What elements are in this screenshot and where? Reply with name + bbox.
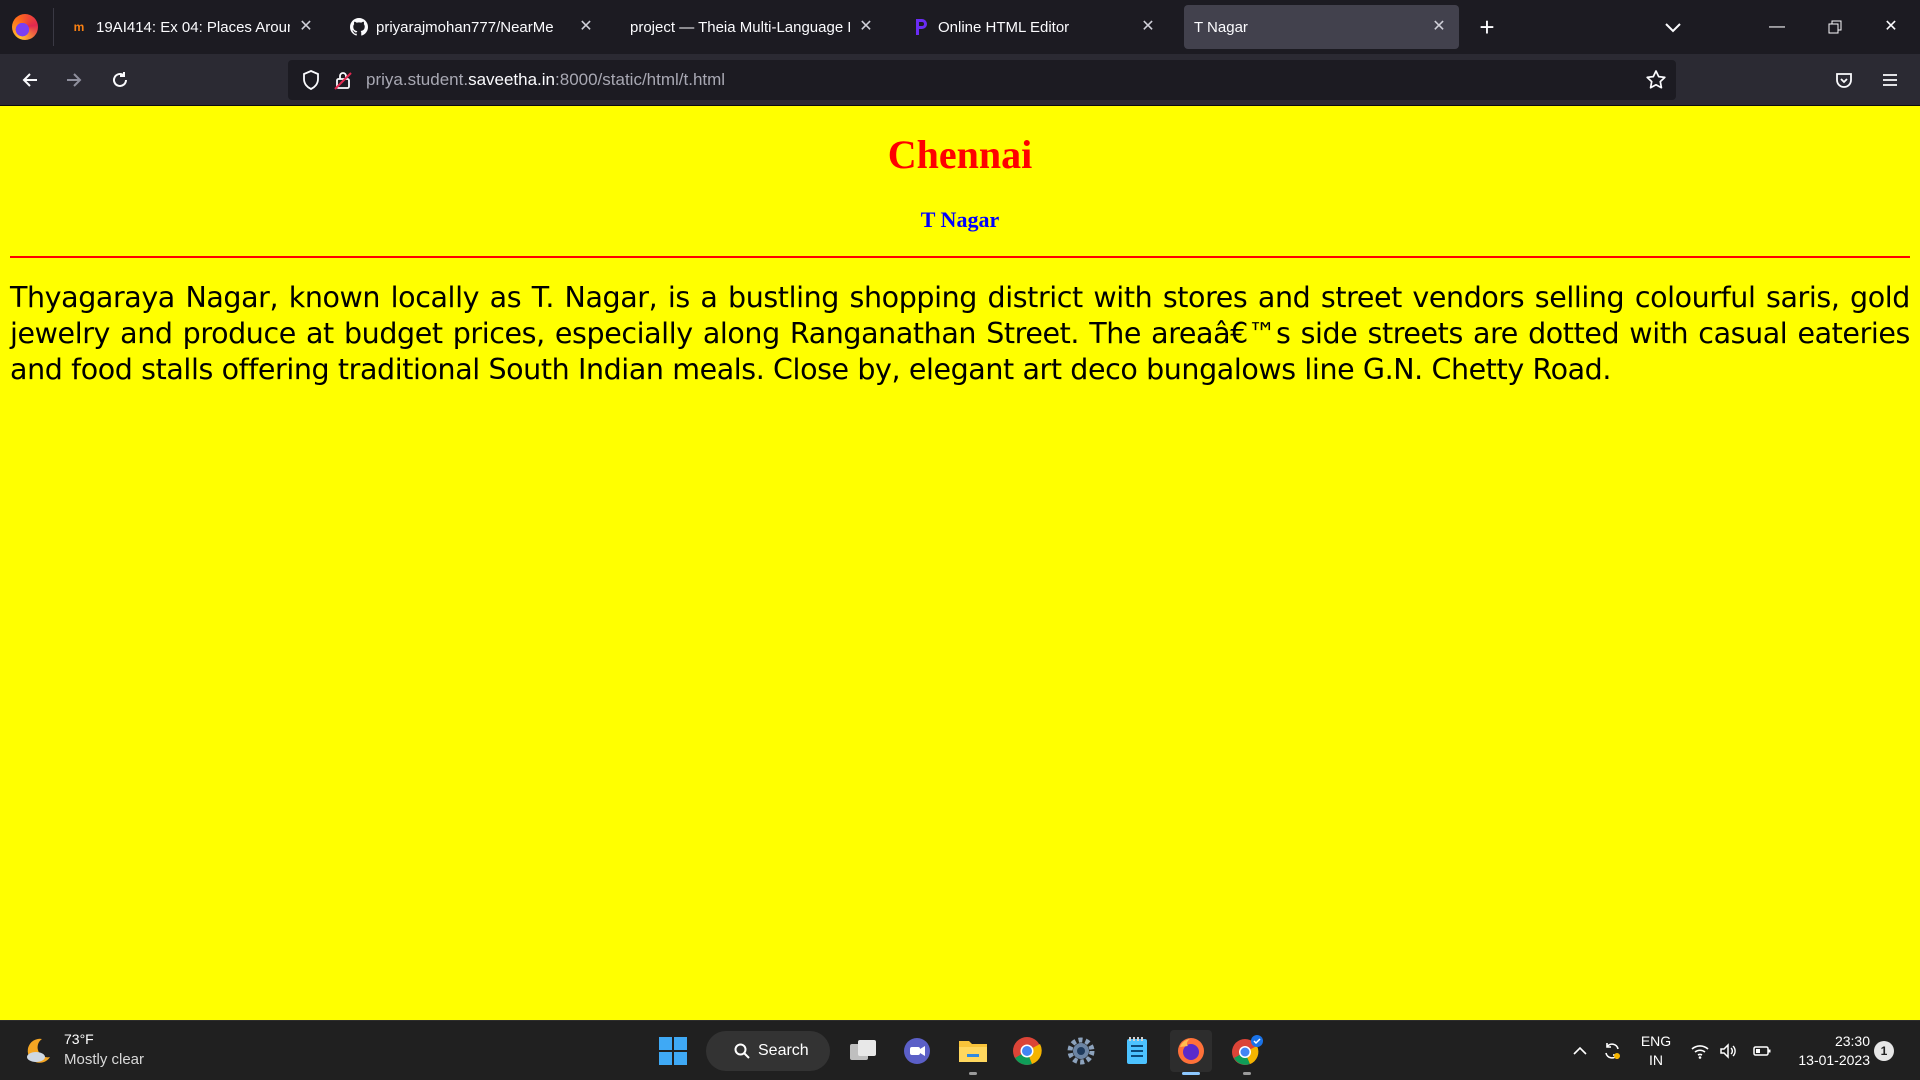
task-view-button[interactable]: [842, 1030, 884, 1072]
chrome-button[interactable]: [1006, 1030, 1048, 1072]
firefox-taskbar-button[interactable]: [1170, 1030, 1212, 1075]
tracking-protection-shield-icon[interactable]: [300, 69, 322, 91]
address-bar[interactable]: priya.student.saveetha.in:8000/static/ht…: [288, 60, 1676, 100]
active-indicator: [1182, 1072, 1200, 1075]
tab-title: Online HTML Editor: [938, 18, 1070, 36]
search-label: Search: [758, 1042, 809, 1059]
chevron-up-icon[interactable]: [1570, 1041, 1590, 1061]
tab-theia[interactable]: project — Theia Multi-Language Ex ✕: [620, 5, 886, 49]
url-text[interactable]: priya.student.saveetha.in:8000/static/ht…: [366, 60, 725, 100]
tab-strip: m 19AI414: Ex 04: Places Around M ✕ priy…: [0, 0, 1920, 54]
windows-taskbar: 73°F Mostly clear Search ENG IN 23:30 13…: [0, 1020, 1920, 1080]
github-icon: [350, 18, 368, 36]
app-menu-button[interactable]: [1872, 62, 1908, 98]
hamburger-menu-icon: [1883, 74, 1897, 86]
url-suffix: :8000/static/html/t.html: [555, 70, 726, 89]
teams-chat-button[interactable]: [896, 1030, 938, 1072]
moon-weather-icon[interactable]: [22, 1035, 54, 1067]
pocket-button[interactable]: [1826, 62, 1862, 98]
new-tab-button[interactable]: +: [1474, 12, 1500, 42]
html-editor-icon: [912, 18, 930, 36]
page-heading: Chennai: [887, 132, 1033, 177]
page-paragraph: Thyagaraya Nagar, known locally as T. Na…: [10, 281, 1910, 386]
file-explorer-button[interactable]: [952, 1030, 994, 1075]
notepad-icon: [1127, 1037, 1147, 1064]
reload-button[interactable]: [102, 62, 138, 98]
close-icon[interactable]: ✕: [1429, 17, 1449, 37]
pocket-icon: [1836, 73, 1852, 88]
firefox-taskbar-icon: [1178, 1038, 1204, 1064]
firefox-icon[interactable]: [12, 14, 38, 40]
tab-github[interactable]: priyarajmohan777/NearMe ✕: [340, 5, 606, 49]
input-language-indicator[interactable]: ENG IN: [1638, 1032, 1674, 1070]
settings-button[interactable]: [1060, 1030, 1102, 1072]
notepad-button[interactable]: [1116, 1030, 1158, 1072]
volume-icon[interactable]: [1718, 1041, 1738, 1061]
notification-badge[interactable]: 1: [1874, 1041, 1894, 1061]
start-button[interactable]: [652, 1030, 694, 1072]
running-indicator: [969, 1072, 977, 1075]
region-code: IN: [1649, 1052, 1663, 1068]
forward-button[interactable]: [56, 62, 92, 98]
taskbar-search-button[interactable]: Search: [706, 1031, 830, 1071]
folder-icon: [959, 1041, 987, 1062]
clock-date: 13-01-2023: [1798, 1052, 1870, 1068]
tab-title: project — Theia Multi-Language Ex: [630, 18, 850, 36]
tab-title: priyarajmohan777/NearMe: [376, 18, 554, 36]
horizontal-rule: [10, 256, 1910, 258]
sync-icon[interactable]: [1602, 1041, 1622, 1061]
windows-logo-icon: [659, 1037, 687, 1065]
battery-icon[interactable]: [1752, 1041, 1772, 1061]
tab-separator: [53, 8, 54, 46]
chat-icon: [904, 1038, 930, 1064]
web-page-content: Chennai T Nagar Thyagaraya Nagar, known …: [0, 106, 1920, 1020]
arrow-left-icon: [22, 73, 37, 87]
weather-temperature[interactable]: 73°F: [64, 1031, 94, 1047]
system-clock[interactable]: 23:30 13-01-2023: [1786, 1032, 1870, 1070]
gear-icon: [1067, 1037, 1095, 1065]
restore-button[interactable]: [1812, 10, 1858, 44]
restore-icon: [1828, 20, 1842, 34]
close-icon[interactable]: ✕: [576, 17, 596, 37]
language-code: ENG: [1640, 1033, 1672, 1049]
wifi-icon[interactable]: [1690, 1041, 1710, 1061]
running-indicator: [1243, 1072, 1251, 1075]
weather-description[interactable]: Mostly clear: [64, 1051, 144, 1068]
navigation-toolbar: priya.student.saveetha.in:8000/static/ht…: [0, 54, 1920, 106]
chevron-down-icon: [1665, 23, 1681, 33]
url-prefix: priya.student.: [366, 70, 469, 89]
chrome-profile-icon: [1232, 1035, 1263, 1065]
tab-html-editor[interactable]: Online HTML Editor ✕: [902, 5, 1168, 49]
chrome-profile-button[interactable]: [1226, 1030, 1268, 1075]
minimize-button[interactable]: —: [1754, 10, 1800, 44]
page-subheading: T Nagar: [920, 207, 1000, 232]
arrow-right-icon: [67, 73, 82, 87]
clock-time: 23:30: [1834, 1033, 1870, 1049]
close-window-button[interactable]: ✕: [1868, 10, 1914, 44]
close-icon[interactable]: ✕: [856, 17, 876, 37]
reload-icon: [113, 72, 127, 87]
tab-moodle[interactable]: m 19AI414: Ex 04: Places Around M ✕: [60, 5, 326, 49]
task-view-icon: [850, 1040, 876, 1060]
close-icon[interactable]: ✕: [296, 17, 316, 37]
search-icon: [734, 1043, 750, 1059]
chrome-icon: [1013, 1037, 1042, 1065]
tab-title: T Nagar: [1194, 18, 1248, 36]
moodle-icon: m: [73, 20, 85, 34]
close-icon[interactable]: ✕: [1138, 17, 1158, 37]
bookmark-star-icon[interactable]: [1644, 68, 1668, 92]
tab-t-nagar[interactable]: T Nagar ✕: [1184, 5, 1459, 49]
list-tabs-button[interactable]: [1660, 14, 1686, 40]
url-host: saveetha.in: [468, 70, 556, 89]
insecure-lock-icon[interactable]: [332, 69, 354, 91]
back-button[interactable]: [12, 62, 48, 98]
tab-title: 19AI414: Ex 04: Places Around M: [96, 18, 290, 36]
